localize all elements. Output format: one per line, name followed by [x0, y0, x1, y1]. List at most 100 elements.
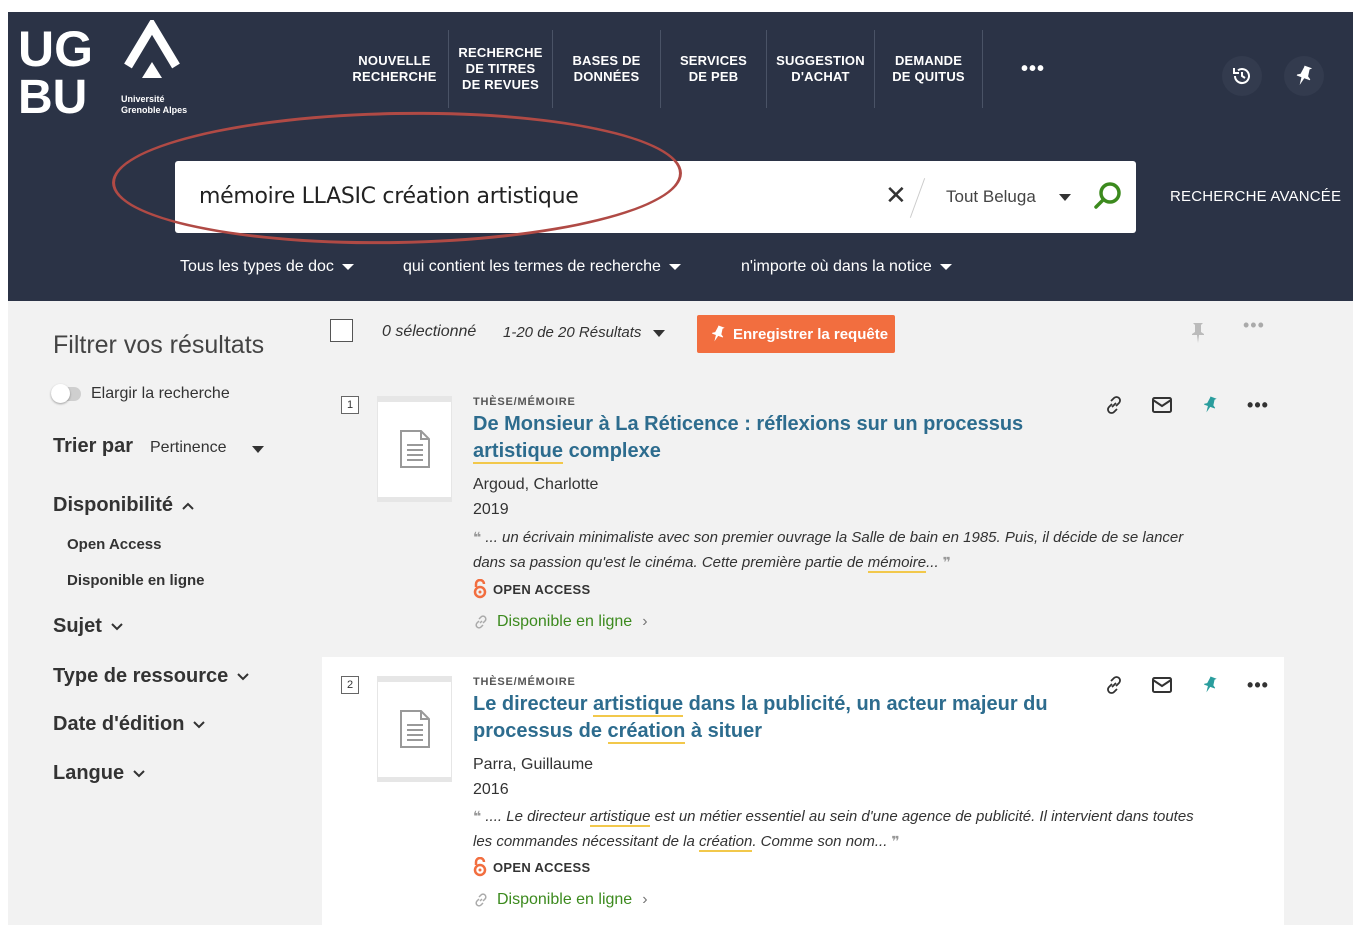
facet-resource-type[interactable]: Type de ressource	[53, 665, 250, 688]
caret-down-icon	[668, 264, 681, 270]
search-input[interactable]: mémoire LLASIC création artistique	[199, 184, 579, 209]
nav-more-button[interactable]: •••	[983, 30, 1083, 108]
match-type-filter[interactable]: qui contient les termes de recherche	[403, 258, 681, 276]
sort-select[interactable]: Pertinence	[150, 439, 227, 457]
result-index: 1	[341, 396, 359, 414]
open-access-badge: OPEN ACCESS	[473, 857, 590, 877]
pinned-items-button[interactable]	[1284, 56, 1324, 96]
link-icon	[475, 893, 487, 907]
results-count-select[interactable]: 1-20 de 20 Résultats	[503, 324, 641, 341]
uga-bu-logo[interactable]: UG BU Université Grenoble Alpes	[18, 17, 208, 124]
search-band: mémoire LLASIC création artistique ✕ Tou…	[8, 131, 1353, 301]
result-title-link[interactable]: Le directeur artistique dans la publicit…	[473, 691, 1093, 745]
sidebar-title: Filtrer vos résultats	[53, 331, 265, 359]
doc-type-filter[interactable]: Tous les types de doc	[180, 258, 354, 276]
pin-icon	[712, 325, 725, 342]
select-all-checkbox[interactable]	[330, 319, 353, 342]
result-more-button[interactable]: •••	[1242, 392, 1274, 418]
field-filter[interactable]: n'importe où dans la notice	[741, 258, 952, 276]
clear-search-icon[interactable]: ✕	[885, 182, 907, 208]
result-more-button[interactable]: •••	[1242, 672, 1274, 698]
facet-edition-date-label: Date d'édition	[53, 713, 185, 735]
availability-label: Disponible en ligne	[497, 891, 633, 908]
svg-text:UG: UG	[18, 21, 93, 77]
expand-search-label: Elargir la recherche	[91, 385, 230, 402]
scope-caret-icon[interactable]	[1059, 194, 1071, 201]
title-highlight: création	[607, 720, 686, 744]
expand-search-toggle[interactable]	[51, 384, 81, 403]
pin-result-button[interactable]	[1194, 392, 1226, 418]
snippet-highlight: mémoire	[867, 554, 927, 573]
sort-label: Trier par	[53, 435, 134, 457]
facet-edition-date[interactable]: Date d'édition	[53, 713, 206, 736]
pin-icon	[1204, 396, 1217, 413]
result-thumbnail[interactable]	[377, 676, 452, 782]
result-type: THÈSE/MÉMOIRE	[473, 676, 576, 688]
result-author: Parra, Guillaume	[473, 756, 594, 773]
availability-link[interactable]: Disponible en ligne ›	[473, 891, 648, 909]
nav-journal-search[interactable]: RECHERCHE DE TITRES DE REVUES	[449, 30, 553, 108]
chevron-up-icon	[182, 502, 194, 510]
search-scope-select[interactable]: Tout Beluga	[946, 187, 1036, 207]
nav-new-search[interactable]: NOUVELLE RECHERCHE	[341, 30, 449, 108]
email-button[interactable]	[1146, 392, 1178, 418]
sort-caret-icon[interactable]	[252, 446, 264, 453]
result-thumbnail[interactable]	[377, 396, 452, 502]
chevron-down-icon	[111, 622, 123, 630]
search-separator	[909, 178, 926, 218]
facet-option-online[interactable]: Disponible en ligne	[67, 572, 205, 589]
advanced-search-link[interactable]: RECHERCHE AVANCÉE	[1170, 188, 1341, 205]
result-title-link[interactable]: De Monsieur à La Réticence : réflexions …	[473, 411, 1093, 465]
snippet-text: ... un écrivain minimaliste avec son pre…	[473, 529, 1184, 571]
pin-icon	[1296, 65, 1313, 86]
save-query-label: Enregistrer la requête	[733, 325, 889, 343]
results-count-caret-icon[interactable]	[653, 330, 665, 337]
pin-icon[interactable]	[1188, 321, 1208, 345]
history-button[interactable]	[1222, 56, 1262, 96]
open-access-badge: OPEN ACCESS	[473, 579, 590, 599]
facet-option-open-access[interactable]: Open Access	[67, 536, 162, 553]
pin-result-button[interactable]	[1194, 672, 1226, 698]
title-highlight: artistique	[593, 693, 684, 717]
facet-availability[interactable]: Disponibilité	[53, 494, 195, 517]
facet-subject[interactable]: Sujet	[53, 615, 124, 638]
result-actions: •••	[1098, 672, 1290, 698]
history-icon	[1233, 68, 1250, 85]
availability-link[interactable]: Disponible en ligne ›	[473, 613, 648, 631]
facet-resource-type-label: Type de ressource	[53, 665, 229, 687]
caret-down-icon	[939, 264, 952, 270]
close-quote-icon: ❞	[942, 554, 951, 570]
facet-subject-label: Sujet	[53, 615, 102, 637]
nav-quitus-request[interactable]: DEMANDE DE QUITUS	[875, 30, 983, 108]
open-access-label: OPEN ACCESS	[493, 581, 591, 597]
nav-databases[interactable]: BASES DE DONNÉES	[553, 30, 661, 108]
app-window: UG BU Université Grenoble Alpes NOUVELLE…	[8, 12, 1353, 925]
document-icon	[399, 710, 430, 748]
result-type: THÈSE/MÉMOIRE	[473, 396, 576, 408]
title-highlight: artistique	[473, 440, 564, 464]
snippet-text: .... Le directeur	[481, 808, 590, 825]
open-quote-icon: ❝	[473, 808, 482, 824]
nav-interlibrary-loan[interactable]: SERVICES DE PEB	[661, 30, 767, 108]
chevron-right-icon: ›	[642, 891, 648, 908]
svg-text:BU: BU	[18, 71, 87, 120]
permalink-button[interactable]	[1098, 672, 1130, 698]
link-icon	[1107, 676, 1121, 694]
facet-language[interactable]: Langue	[53, 762, 146, 785]
document-icon	[399, 430, 430, 468]
nav-purchase-suggestion[interactable]: SUGGESTION D'ACHAT	[767, 30, 875, 108]
permalink-button[interactable]	[1098, 392, 1130, 418]
snippet-text: ...	[926, 554, 943, 571]
filter-sidebar: Filtrer vos résultats Elargir la recherc…	[8, 301, 322, 925]
results-more-button[interactable]: •••	[1243, 315, 1265, 336]
logo-sub-1: Université	[121, 94, 165, 104]
top-navigation-bar: UG BU Université Grenoble Alpes NOUVELLE…	[8, 12, 1353, 131]
match-type-filter-label: qui contient les termes de recherche	[403, 258, 661, 275]
search-icon[interactable]	[1091, 179, 1125, 213]
result-item: 2 THÈSE/MÉMOIRE Le directeur artistique …	[322, 657, 1284, 925]
email-button[interactable]	[1146, 672, 1178, 698]
chevron-down-icon	[133, 769, 145, 777]
save-query-button[interactable]: Enregistrer la requête	[697, 315, 895, 353]
result-year: 2016	[473, 781, 509, 798]
logo-sub-2: Grenoble Alpes	[121, 105, 187, 115]
